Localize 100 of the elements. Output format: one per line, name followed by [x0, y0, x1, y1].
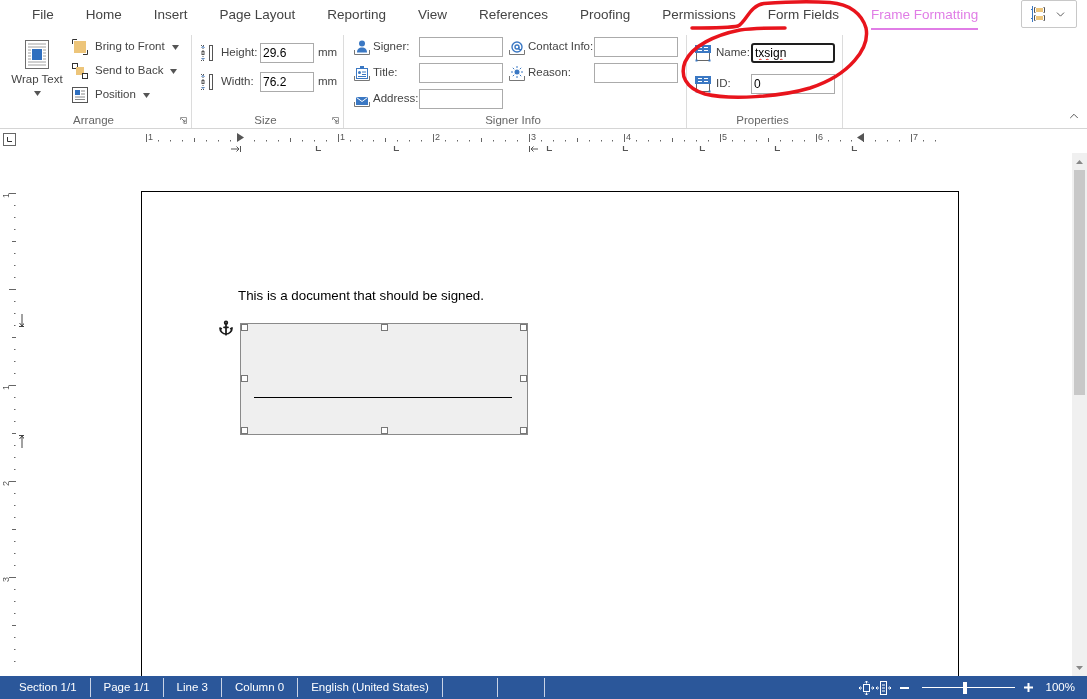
field-label: Contact Info:	[528, 39, 594, 55]
field-label: Name:	[716, 45, 751, 61]
resize-handle[interactable]	[520, 324, 527, 331]
ruler-number: 1	[2, 193, 11, 198]
text-field[interactable]	[419, 63, 503, 83]
tab-stop-icon	[774, 145, 781, 152]
resize-handle[interactable]	[520, 375, 527, 382]
sun-icon	[509, 65, 525, 81]
ruler-number: 1	[148, 132, 153, 142]
resize-icon	[200, 73, 214, 91]
bring-to-front-icon	[72, 39, 88, 55]
zoom-percentage: 100%	[1045, 679, 1075, 695]
text-field[interactable]	[419, 37, 503, 57]
anchor-icon	[218, 320, 234, 336]
document-paragraph: This is a document that should be signed.	[238, 288, 484, 304]
ribbon-tab[interactable]: File	[32, 6, 54, 24]
group-title: Arrange	[73, 113, 114, 127]
signature-frame[interactable]	[240, 323, 528, 435]
resize-handle[interactable]	[381, 427, 388, 434]
unit-label: mm	[318, 74, 338, 90]
margin-marker-icon	[18, 435, 24, 449]
field-label: Address:	[373, 91, 419, 107]
dialog-launcher-icon[interactable]	[180, 116, 187, 124]
resize-handle[interactable]	[241, 375, 248, 382]
unit-label: mm	[318, 45, 338, 61]
tab-stop-icon	[393, 145, 400, 152]
ribbon-tab[interactable]: Proofing	[580, 6, 631, 24]
wrap-text-icon	[25, 40, 49, 69]
indent-marker-icon	[529, 145, 539, 153]
indent-marker-icon	[237, 133, 244, 142]
field-label: Height:	[221, 45, 259, 61]
at-sign-icon	[509, 39, 525, 55]
indent-marker-icon	[230, 145, 241, 153]
group-title: Signer Info	[485, 113, 541, 127]
ruler-number: 3	[2, 577, 11, 582]
ruler-number: 2	[435, 132, 440, 142]
zoom-slider[interactable]	[921, 680, 1015, 695]
ribbon-tab[interactable]: View	[417, 6, 447, 24]
text-field[interactable]	[594, 37, 678, 57]
position-icon	[72, 87, 88, 103]
fit-width-icon	[876, 680, 892, 695]
ruler-number: 6	[818, 132, 823, 142]
ribbon-tab[interactable]: Home	[85, 6, 122, 24]
tab-stop-icon	[699, 145, 706, 152]
group-title: Properties	[736, 113, 789, 127]
ruler-number: 4	[626, 132, 631, 142]
ribbon-command-button[interactable]: Bring to Front	[70, 35, 181, 59]
layout-options-button[interactable]	[1021, 0, 1077, 28]
plus-icon	[1024, 683, 1034, 692]
status-text: Line 3	[176, 679, 208, 695]
wrap-text-button[interactable]: Wrap Text	[9, 35, 65, 96]
status-text: English (United States)	[311, 679, 429, 695]
ribbon-tab[interactable]: Reporting	[327, 6, 386, 24]
ruler-number: 7	[913, 132, 918, 142]
property-field[interactable]: txsign	[751, 43, 835, 63]
dimension-field[interactable]: 29.6	[260, 43, 314, 63]
ruler-number: 3	[531, 132, 536, 142]
resize-handle[interactable]	[381, 324, 388, 331]
dialog-launcher-icon[interactable]	[332, 116, 339, 124]
ribbon-command-button[interactable]: Position	[70, 83, 152, 107]
ribbon-tab[interactable]: Insert	[153, 6, 188, 24]
resize-handle[interactable]	[241, 324, 248, 331]
tag-icon	[695, 44, 711, 62]
triangle-down-icon	[1076, 665, 1083, 670]
status-text: Section 1/1	[19, 679, 77, 695]
status-text: Column 0	[234, 679, 285, 695]
tag-icon	[695, 75, 711, 93]
resize-handle[interactable]	[241, 427, 248, 434]
field-label: Title:	[373, 65, 399, 81]
text-field[interactable]	[419, 89, 503, 109]
fit-page-button[interactable]	[858, 679, 875, 696]
minus-icon	[900, 686, 910, 689]
scroll-thumb[interactable]	[1074, 170, 1085, 395]
ribbon-command-button[interactable]: Send to Back	[70, 59, 180, 83]
person-icon	[354, 39, 370, 55]
tab-stop-icon	[851, 145, 858, 152]
field-label: Reason:	[528, 65, 572, 81]
dimension-field[interactable]: 76.2	[260, 72, 314, 92]
ruler-number: 1	[2, 385, 11, 390]
id-card-icon	[354, 65, 370, 81]
vertical-scrollbar[interactable]	[1072, 153, 1087, 676]
field-label: Signer:	[373, 39, 411, 55]
ruler-number: 1	[340, 132, 345, 142]
text-field[interactable]	[594, 63, 678, 83]
resize-handle[interactable]	[520, 427, 527, 434]
group-title: Size	[254, 113, 277, 127]
tab-stop-icon	[622, 145, 629, 152]
ribbon-tab[interactable]: Form Fields	[767, 6, 840, 24]
triangle-up-icon	[1076, 159, 1083, 164]
ribbon-tab[interactable]: Permissions	[662, 6, 736, 24]
slider-thumb[interactable]	[963, 681, 968, 694]
ribbon-tab[interactable]: References	[478, 6, 548, 24]
fit-page-icon	[859, 680, 875, 695]
margin-marker-icon	[18, 313, 24, 327]
field-label: ID:	[716, 76, 732, 92]
ribbon-tab[interactable]: Page Layout	[219, 6, 296, 24]
tab-selector-button[interactable]	[3, 133, 16, 146]
send-to-back-icon	[72, 63, 88, 79]
caret-icon	[171, 44, 179, 50]
fit-width-button[interactable]	[875, 679, 892, 696]
